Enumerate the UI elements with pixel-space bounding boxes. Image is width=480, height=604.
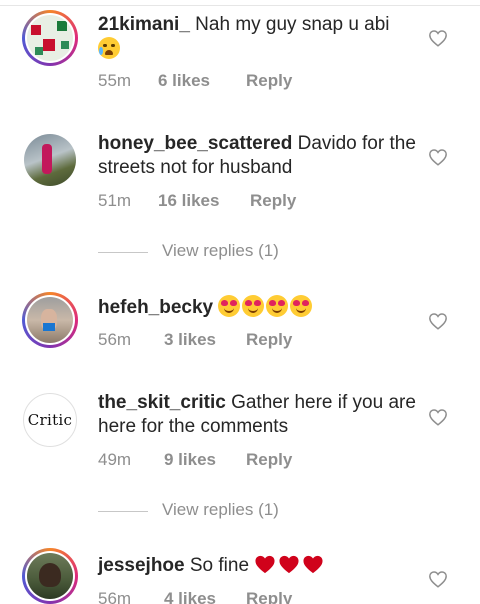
- comment-meta: 55m 6 likes Reply: [98, 71, 292, 91]
- crying-face-icon: [98, 37, 120, 59]
- avatar[interactable]: [22, 292, 78, 348]
- comment-text: hefeh_becky: [98, 295, 418, 320]
- replies-divider: [98, 252, 148, 253]
- comment-username[interactable]: 21kimani_: [98, 14, 190, 35]
- avatar-image: [27, 15, 73, 61]
- comment-username[interactable]: hefeh_becky: [98, 297, 213, 318]
- view-replies-label[interactable]: View replies (1): [162, 500, 279, 520]
- red-heart-icon: [255, 555, 275, 574]
- like-heart-icon[interactable]: [428, 570, 448, 588]
- comment-body: So fine: [184, 555, 255, 576]
- comment-likes[interactable]: 4 likes: [164, 589, 246, 604]
- comment-text: the_skit_critic Gather here if you are h…: [98, 391, 418, 439]
- comment-text: honey_bee_scattered Davido for the stree…: [98, 132, 418, 180]
- replies-divider: [98, 511, 148, 512]
- comment-likes[interactable]: 3 likes: [164, 330, 246, 350]
- reply-button[interactable]: Reply: [246, 71, 292, 91]
- comment-time: 56m: [98, 330, 132, 349]
- view-replies[interactable]: View replies (1): [98, 500, 398, 524]
- heart-eyes-icon: [290, 295, 313, 317]
- comment-likes[interactable]: 6 likes: [158, 71, 246, 91]
- comment-username[interactable]: the_skit_critic: [98, 392, 226, 413]
- avatar[interactable]: [22, 10, 78, 66]
- comment-time: 49m: [98, 450, 132, 469]
- like-heart-icon[interactable]: [428, 312, 448, 330]
- view-replies-label[interactable]: View replies (1): [162, 241, 279, 261]
- comment-time: 55m: [98, 71, 132, 90]
- avatar-image: [27, 553, 73, 599]
- view-replies[interactable]: View replies (1): [98, 241, 398, 265]
- comment-text: jessejhoe So fine: [98, 554, 418, 578]
- heart-eyes-icon: [218, 295, 241, 317]
- avatar-image: [27, 297, 73, 343]
- comment-likes[interactable]: 9 likes: [164, 450, 246, 470]
- avatar-image: Critic: [23, 393, 77, 447]
- like-heart-icon[interactable]: [428, 408, 448, 426]
- avatar-logo-text: Critic: [27, 411, 73, 429]
- avatar-image: [24, 134, 76, 186]
- comment-username[interactable]: jessejhoe: [98, 555, 185, 576]
- comment-meta: 56m 3 likes Reply: [98, 330, 292, 350]
- heart-eyes-icon: [242, 295, 265, 317]
- comment-username[interactable]: honey_bee_scattered: [98, 133, 292, 154]
- comment-text: 21kimani_ Nah my guy snap u abi: [98, 13, 418, 62]
- reply-button[interactable]: Reply: [246, 450, 292, 470]
- avatar[interactable]: [24, 134, 76, 186]
- avatar[interactable]: [22, 548, 78, 604]
- avatar[interactable]: Critic: [23, 393, 77, 447]
- red-heart-icon: [279, 555, 299, 574]
- comment-time: 51m: [98, 191, 132, 210]
- comment-likes[interactable]: 16 likes: [158, 191, 250, 211]
- red-heart-icon: [303, 555, 323, 574]
- comment-meta: 51m 16 likes Reply: [98, 191, 296, 211]
- reply-button[interactable]: Reply: [250, 191, 296, 211]
- reply-button[interactable]: Reply: [246, 330, 292, 350]
- like-heart-icon[interactable]: [428, 29, 448, 47]
- reply-button[interactable]: Reply: [246, 589, 292, 604]
- heart-eyes-icon: [266, 295, 289, 317]
- comment-meta: 56m 4 likes Reply: [98, 589, 292, 604]
- top-divider: [0, 0, 480, 6]
- comment-meta: 49m 9 likes Reply: [98, 450, 292, 470]
- like-heart-icon[interactable]: [428, 148, 448, 166]
- comment-body: Nah my guy snap u abi: [189, 14, 390, 35]
- comment-time: 56m: [98, 589, 132, 604]
